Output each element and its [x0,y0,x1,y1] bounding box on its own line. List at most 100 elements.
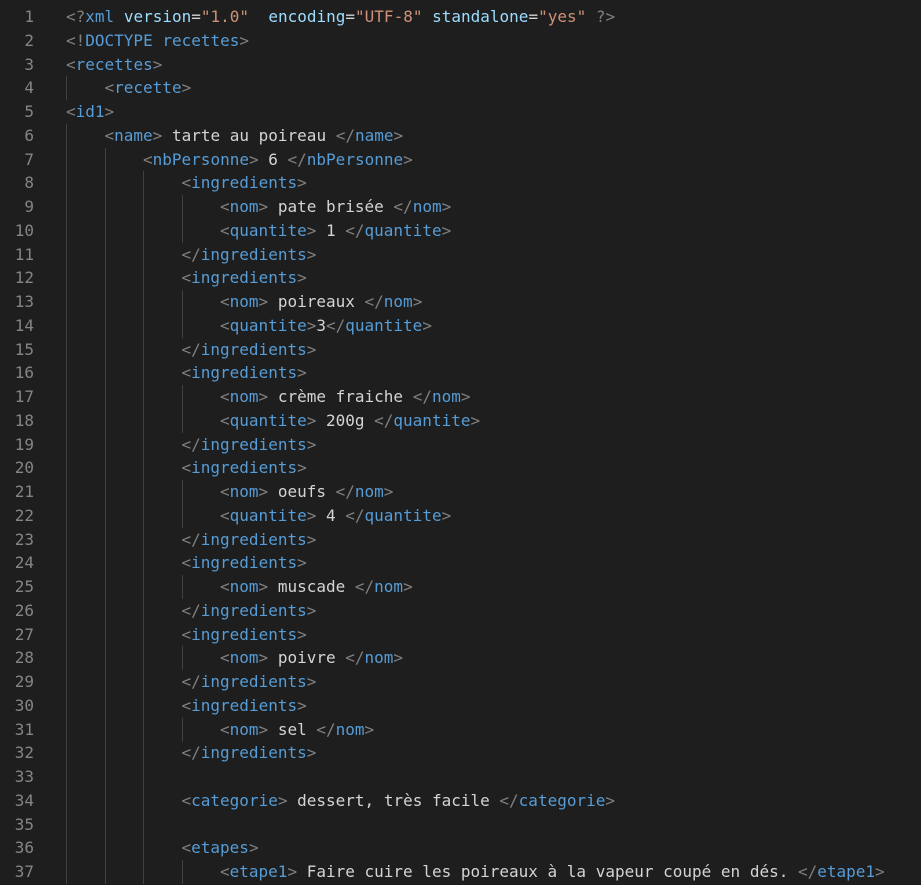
code-line[interactable]: 1 <?xml version="1.0" encoding="UTF-8" st… [0,5,921,29]
token-tag: nom [229,482,259,501]
token-punc: > [258,387,269,406]
token-tag: nom [364,648,394,668]
code-line[interactable]: 18 <quantite> 200g </quantite> [0,408,921,433]
code-line[interactable]: 34 <categorie> dessert, très facile </cat… [0,788,921,813]
code-line[interactable]: 29 </ingredients> [0,670,921,694]
indent-guide [104,812,106,837]
indent-guide [143,313,144,338]
indent-guide [104,337,106,362]
code-line[interactable]: 20 <ingredients> [0,456,921,481]
token-punc: > [605,790,616,810]
indent-guide [104,408,106,433]
token-punc: > [306,244,317,264]
token-punc: > [470,410,481,430]
token-punc: < [220,482,230,501]
code-line[interactable]: 13 <nom> poireaux </nom> [0,290,921,314]
token-tag: nom [229,387,259,406]
indent-guide [66,147,67,172]
token-tag: nom [229,197,259,216]
indent-guide [143,337,144,362]
code-line[interactable]: 35 [0,812,921,837]
token-text: Faire cuire les poireaux à la vapeur cou… [297,862,798,881]
code-line[interactable]: 32 </ingredients> [0,741,921,766]
code-line[interactable]: 30 <ingredients> [0,693,921,718]
indent-guide [143,836,144,861]
code-line[interactable]: 7 <nbPersonne> 6 </nbPersonne> [0,147,921,172]
code-line[interactable]: 14 <quantite>3</quantite> [0,313,921,338]
token-text: tarte au poireau [162,125,336,145]
code-line[interactable]: 27 <ingredients> [0,622,921,647]
token-text: oeufs [268,482,336,501]
code-line[interactable]: 19 </ingredients> [0,432,921,457]
token-tag: ingredients [200,244,307,264]
indent-guide [181,290,183,314]
code-line[interactable]: 12 <ingredients> [0,266,921,291]
code-line[interactable]: 4 <recette> [0,76,921,101]
token-punc: < [143,149,153,169]
indent-guide [143,171,144,196]
indent-guide [143,693,144,718]
token-tag: nom [374,577,404,596]
indent-guide [66,337,67,362]
token-text: = [345,7,356,26]
line-number: 8 [24,173,34,193]
token-punc: </ [181,529,201,549]
code-line[interactable]: 6 <name> tarte au poireau </name> [0,123,921,148]
indent-guide [104,646,106,671]
token-punc: > [152,54,163,74]
line-number: 10 [14,220,34,240]
token-punc: > [297,553,307,573]
code-line[interactable]: 25 <nom> muscade </nom> [0,575,921,599]
token-attr: standalone [432,7,529,26]
code-text: </ingredients> [182,338,317,362]
line-number: 30 [14,695,34,715]
indent-guide [66,385,67,409]
token-text: poivre [268,648,346,668]
indent-guide [143,385,144,409]
code-line[interactable]: 21 <nom> oeufs </nom> [0,480,921,504]
indent-guide [104,788,106,813]
token-punc: < [104,125,115,145]
code-line[interactable]: 5 <id1> [0,100,921,124]
line-number: 32 [14,743,34,763]
code-line[interactable]: 26 </ingredients> [0,598,921,623]
indent-guide [104,598,106,623]
token-tag: nom [412,197,442,216]
token-punc: </ [181,672,201,691]
indent-guide [181,480,183,504]
indent-guide [66,171,67,196]
token-tag: quantite [229,220,307,240]
code-line[interactable]: 8 <ingredients> [0,171,921,196]
code-line[interactable]: 10 <quantite> 1 </quantite> [0,218,921,243]
code-line[interactable]: 17 <nom> crème fraiche </nom> [0,385,921,409]
code-line[interactable]: 15 </ingredients> [0,337,921,362]
indent-guide [104,717,106,742]
code-line[interactable]: 23 </ingredients> [0,527,921,552]
code-line[interactable]: 31 <nom> sel </nom> [0,717,921,742]
code-line[interactable]: 2 <!DOCTYPE recettes> [0,29,921,53]
line-number: 5 [24,102,34,121]
code-line[interactable]: 22 <quantite> 4 </quantite> [0,503,921,528]
code-line[interactable]: 28 <nom> poivre </nom> [0,646,921,671]
code-line[interactable]: 16 <ingredients> [0,361,921,386]
code-line[interactable]: 24 <ingredients> [0,551,921,576]
token-tag: id1 [75,102,105,121]
indent-guide [181,313,183,338]
code-text: <nom> poireaux </nom> [220,290,422,314]
token-punc: > [104,102,115,121]
indent-guide [181,195,183,219]
code-editor[interactable]: 1 <?xml version="1.0" encoding="UTF-8" st… [0,0,921,885]
code-line[interactable]: 3 <recettes> [0,53,921,77]
token-punc: > [393,125,404,145]
token-tag: nom [354,482,384,501]
code-line[interactable]: 36 <etapes> [0,836,921,861]
code-line[interactable]: 33 [0,765,921,789]
code-line[interactable]: 11 </ingredients> [0,242,921,267]
code-line[interactable]: 37 <etape1> Faire cuire les poireaux à la… [0,860,921,884]
line-number: 6 [24,125,34,145]
indent-guide [66,123,67,148]
code-line[interactable]: 9 <nom> pate brisée </nom> [0,195,921,219]
